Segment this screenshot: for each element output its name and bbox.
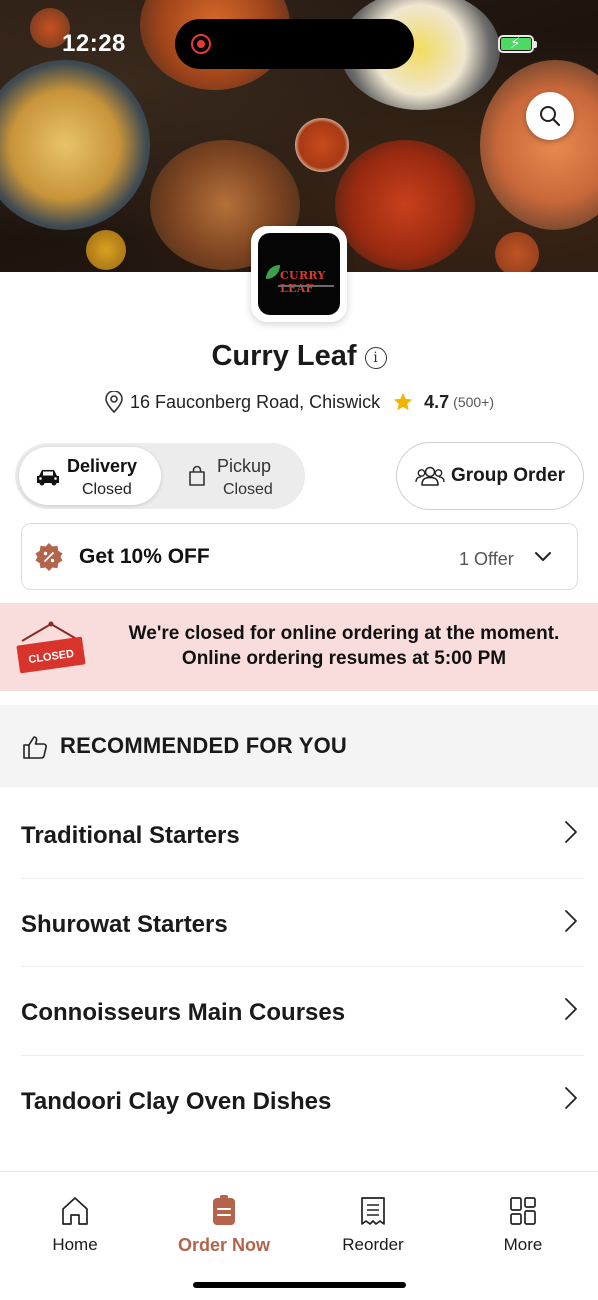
order-mode-toggle: Delivery Closed Pickup Closed bbox=[15, 443, 305, 509]
restaurant-name: Curry Leaf bbox=[211, 340, 357, 372]
battery-icon: ⚡ bbox=[498, 35, 537, 53]
closed-sign-icon: CLOSED bbox=[16, 621, 86, 674]
order-icon bbox=[213, 1195, 235, 1225]
nav-reorder-label: Reorder bbox=[342, 1235, 404, 1254]
offer-count: 1 Offer bbox=[459, 549, 514, 569]
nav-more-label: More bbox=[503, 1235, 543, 1254]
home-icon bbox=[62, 1197, 88, 1225]
restaurant-logo: CURRY LEAF bbox=[251, 226, 347, 322]
restaurant-title-row: Curry Leaf i bbox=[0, 340, 598, 373]
search-icon bbox=[540, 106, 561, 127]
status-bar-time: 12:28 bbox=[62, 30, 126, 57]
category-row-connoisseurs-main-courses[interactable]: Connoisseurs Main Courses bbox=[21, 967, 584, 1056]
thumbs-up-icon bbox=[23, 736, 47, 759]
category-row-traditional-starters[interactable]: Traditional Starters bbox=[21, 790, 584, 879]
offer-title: Get 10% OFF bbox=[79, 545, 210, 568]
chevron-right-icon bbox=[565, 821, 577, 843]
car-icon bbox=[37, 470, 59, 486]
pickup-label: Pickup bbox=[217, 456, 272, 476]
category-label: Connoisseurs Main Courses bbox=[21, 999, 346, 1026]
shopping-bag-icon bbox=[189, 465, 205, 486]
home-indicator bbox=[193, 1282, 406, 1288]
nav-order-now[interactable]: Order Now bbox=[164, 1194, 284, 1256]
category-list: Traditional Starters Shurowat Starters C… bbox=[0, 790, 598, 1144]
group-users-icon bbox=[415, 466, 445, 486]
closed-notice-banner: CLOSED We're closed for online ordering … bbox=[0, 603, 598, 691]
category-row-shurowat-starters[interactable]: Shurowat Starters bbox=[21, 879, 584, 967]
delivery-status: Closed bbox=[82, 481, 132, 498]
location-pin-icon bbox=[105, 391, 123, 413]
rating-count: (500+) bbox=[453, 394, 495, 410]
recommended-section-header: RECOMMENDED FOR YOU bbox=[0, 705, 598, 787]
category-label: Tandoori Clay Oven Dishes bbox=[21, 1087, 332, 1115]
nav-home-label: Home bbox=[52, 1235, 98, 1254]
closed-message: We're closed for online ordering at the … bbox=[128, 623, 560, 644]
info-icon[interactable]: i bbox=[364, 346, 387, 369]
nav-order-now-label: Order Now bbox=[177, 1235, 270, 1255]
chevron-right-icon bbox=[565, 1086, 577, 1109]
delivery-option[interactable]: Delivery Closed bbox=[19, 447, 161, 505]
category-label: Traditional Starters bbox=[21, 822, 240, 849]
nav-home[interactable]: Home bbox=[15, 1194, 135, 1255]
discount-badge-icon bbox=[35, 543, 63, 571]
star-icon bbox=[393, 392, 413, 411]
search-button[interactable] bbox=[526, 92, 574, 140]
logo-wordmark: CURRY LEAF bbox=[280, 269, 326, 295]
receipt-icon bbox=[361, 1197, 385, 1225]
chevron-right-icon bbox=[565, 998, 577, 1020]
recording-indicator-icon bbox=[191, 34, 211, 54]
pickup-option[interactable]: Pickup Closed bbox=[181, 447, 301, 505]
category-label: Shurowat Starters bbox=[21, 910, 228, 938]
bottom-navigation: Home Order Now Reorder More bbox=[0, 1171, 598, 1300]
pickup-status: Closed bbox=[223, 481, 273, 498]
offer-card[interactable]: Get 10% OFF 1 Offer bbox=[21, 523, 578, 590]
nav-more[interactable]: More bbox=[463, 1194, 583, 1255]
restaurant-address: 16 Fauconberg Road, Chiswick bbox=[129, 391, 381, 412]
reopen-time-message: Online ordering resumes at 5:00 PM bbox=[181, 648, 507, 669]
restaurant-address-row: 16 Fauconberg Road, Chiswick 4.7 (500+) bbox=[0, 391, 598, 413]
delivery-label: Delivery bbox=[67, 456, 138, 476]
dynamic-island bbox=[175, 19, 414, 69]
chevron-right-icon bbox=[565, 909, 577, 932]
recommended-title: RECOMMENDED FOR YOU bbox=[60, 733, 347, 758]
group-order-label: Group Order bbox=[450, 465, 565, 486]
rating-value: 4.7 bbox=[424, 391, 450, 412]
group-order-button[interactable]: Group Order bbox=[396, 442, 584, 510]
grid-icon bbox=[510, 1197, 536, 1225]
category-row-tandoori-clay-oven-dishes[interactable]: Tandoori Clay Oven Dishes bbox=[21, 1056, 584, 1145]
chevron-down-icon bbox=[535, 552, 551, 561]
nav-reorder[interactable]: Reorder bbox=[313, 1194, 433, 1255]
